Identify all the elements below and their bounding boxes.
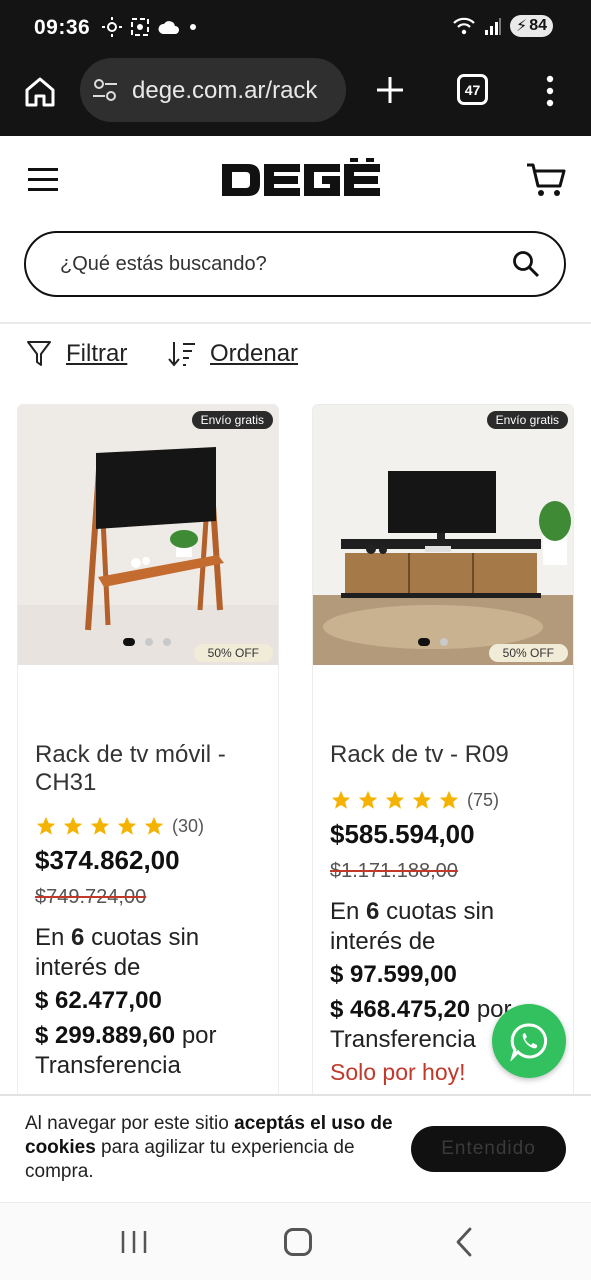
product-rating: (75) bbox=[330, 789, 560, 811]
cart-icon[interactable] bbox=[526, 162, 566, 198]
product-price: $585.594,00 bbox=[330, 819, 475, 849]
filter-sort-bar: Filtrar Ordenar bbox=[0, 340, 591, 380]
star-icon bbox=[385, 790, 405, 809]
whatsapp-button[interactable] bbox=[492, 1004, 566, 1078]
notification-dot-icon bbox=[190, 24, 196, 30]
cookie-banner: Al navegar por este sitio aceptás el uso… bbox=[0, 1094, 591, 1202]
battery-saver-icon: ⚡ bbox=[515, 18, 528, 35]
filter-label: Filtrar bbox=[66, 340, 128, 367]
installment-amount: $ 62.477,00 bbox=[35, 987, 162, 1014]
back-icon[interactable] bbox=[454, 1227, 474, 1257]
transfer-price: $ 468.475,20 bbox=[330, 996, 471, 1023]
sort-icon bbox=[168, 342, 195, 367]
free-shipping-badge: Envío gratis bbox=[191, 411, 273, 429]
search-placeholder: ¿Qué estás buscando? bbox=[60, 253, 267, 275]
product-image[interactable]: Envío gratis 50% OFF bbox=[313, 405, 573, 665]
search-icon[interactable] bbox=[512, 250, 540, 278]
product-title[interactable]: Rack de tv - R09 bbox=[330, 741, 560, 769]
discount-badge: 50% OFF bbox=[488, 644, 568, 662]
star-icon bbox=[63, 816, 83, 835]
image-carousel-dots[interactable] bbox=[418, 638, 448, 646]
more-options-icon[interactable] bbox=[540, 74, 560, 108]
installment-amount: $ 97.599,00 bbox=[330, 961, 457, 988]
product-image[interactable]: Envío gratis 50% OFF bbox=[18, 405, 278, 665]
filter-icon bbox=[27, 341, 51, 366]
installments-prefix: En bbox=[330, 898, 360, 925]
carousel-dot[interactable] bbox=[145, 638, 153, 646]
recent-apps-icon[interactable] bbox=[120, 1229, 148, 1255]
new-tab-icon[interactable] bbox=[374, 74, 406, 106]
filter-button[interactable]: Filtrar bbox=[26, 340, 127, 368]
status-bar: 09:36 ⚡ 84 bbox=[0, 0, 591, 56]
carousel-dot[interactable] bbox=[163, 638, 171, 646]
hamburger-menu-icon[interactable] bbox=[27, 166, 59, 194]
url-text: dege.com.ar/rack bbox=[132, 77, 318, 104]
installments-number: 6 bbox=[366, 898, 380, 925]
site-header: ¿Qué estás buscando? bbox=[0, 136, 591, 324]
installments-text: En 6 cuotas sin interés de bbox=[35, 923, 265, 983]
product-card[interactable]: Envío gratis 50% OFF Rack de tv - R09 (7… bbox=[312, 404, 574, 1104]
discount-badge: 50% OFF bbox=[193, 644, 273, 662]
product-old-price: $749.724,00 bbox=[35, 886, 147, 908]
system-nav-bar bbox=[0, 1202, 591, 1280]
battery-level: 84 bbox=[529, 17, 547, 34]
product-photo-rack-r09 bbox=[313, 405, 573, 665]
star-icon bbox=[412, 790, 432, 809]
url-bar[interactable]: dege.com.ar/rack bbox=[80, 58, 346, 122]
cookie-message: Al navegar por este sitio aceptás el uso… bbox=[25, 1112, 395, 1184]
wifi-icon bbox=[453, 17, 475, 35]
search-input[interactable]: ¿Qué estás buscando? bbox=[24, 231, 566, 297]
carousel-dot[interactable] bbox=[418, 638, 430, 646]
star-icon bbox=[331, 790, 351, 809]
star-icon bbox=[36, 816, 56, 835]
product-old-price: $1.171.188,00 bbox=[330, 860, 458, 882]
cloud-icon bbox=[158, 21, 179, 34]
site-settings-icon[interactable] bbox=[92, 78, 118, 102]
installments-text: En 6 cuotas sin interés de bbox=[330, 897, 560, 957]
cookie-text-1: Al navegar por este sitio bbox=[25, 1113, 235, 1134]
status-icons-right: ⚡ 84 bbox=[452, 15, 553, 37]
installments-number: 6 bbox=[71, 924, 85, 951]
whatsapp-icon bbox=[510, 1023, 548, 1061]
battery-indicator: ⚡ 84 bbox=[509, 15, 553, 37]
status-time: 09:36 bbox=[34, 16, 91, 39]
transfer-price-text: $ 299.889,60 por Transferencia bbox=[35, 1021, 265, 1081]
carousel-dot[interactable] bbox=[440, 638, 448, 646]
tab-switcher-button[interactable]: 47 bbox=[457, 74, 488, 105]
free-shipping-badge: Envío gratis bbox=[486, 411, 568, 429]
rating-count: (30) bbox=[172, 815, 205, 836]
screenshot-icon bbox=[131, 18, 149, 36]
transfer-price: $ 299.889,60 bbox=[35, 1022, 176, 1049]
home-nav-icon[interactable] bbox=[284, 1228, 312, 1256]
image-carousel-dots[interactable] bbox=[123, 638, 171, 646]
browser-toolbar: dege.com.ar/rack 47 bbox=[0, 56, 591, 136]
sort-button[interactable]: Ordenar bbox=[168, 340, 298, 368]
cookie-accept-button[interactable]: Entendido bbox=[411, 1126, 566, 1172]
brightness-icon bbox=[102, 17, 122, 37]
star-icon bbox=[439, 790, 459, 809]
dege-logo[interactable] bbox=[222, 158, 382, 202]
product-card[interactable]: Envío gratis 50% OFF Rack de tv móvil - … bbox=[17, 404, 279, 1104]
product-rating: (30) bbox=[35, 815, 265, 837]
product-title[interactable]: Rack de tv móvil - CH31 bbox=[35, 741, 265, 797]
star-icon bbox=[117, 816, 137, 835]
product-info: Rack de tv móvil - CH31 (30) $374.862,00… bbox=[35, 741, 265, 1081]
carousel-dot[interactable] bbox=[123, 638, 135, 646]
status-icons-left bbox=[102, 17, 198, 37]
product-price: $374.862,00 bbox=[35, 845, 180, 875]
star-icon bbox=[144, 816, 164, 835]
signal-icon bbox=[484, 18, 501, 35]
installments-prefix: En bbox=[35, 924, 65, 951]
star-icon bbox=[90, 816, 110, 835]
home-icon[interactable] bbox=[22, 74, 58, 110]
sort-label: Ordenar bbox=[210, 340, 299, 367]
product-photo-rack-ch31 bbox=[18, 405, 278, 665]
star-icon bbox=[358, 790, 378, 809]
rating-count: (75) bbox=[467, 789, 500, 810]
